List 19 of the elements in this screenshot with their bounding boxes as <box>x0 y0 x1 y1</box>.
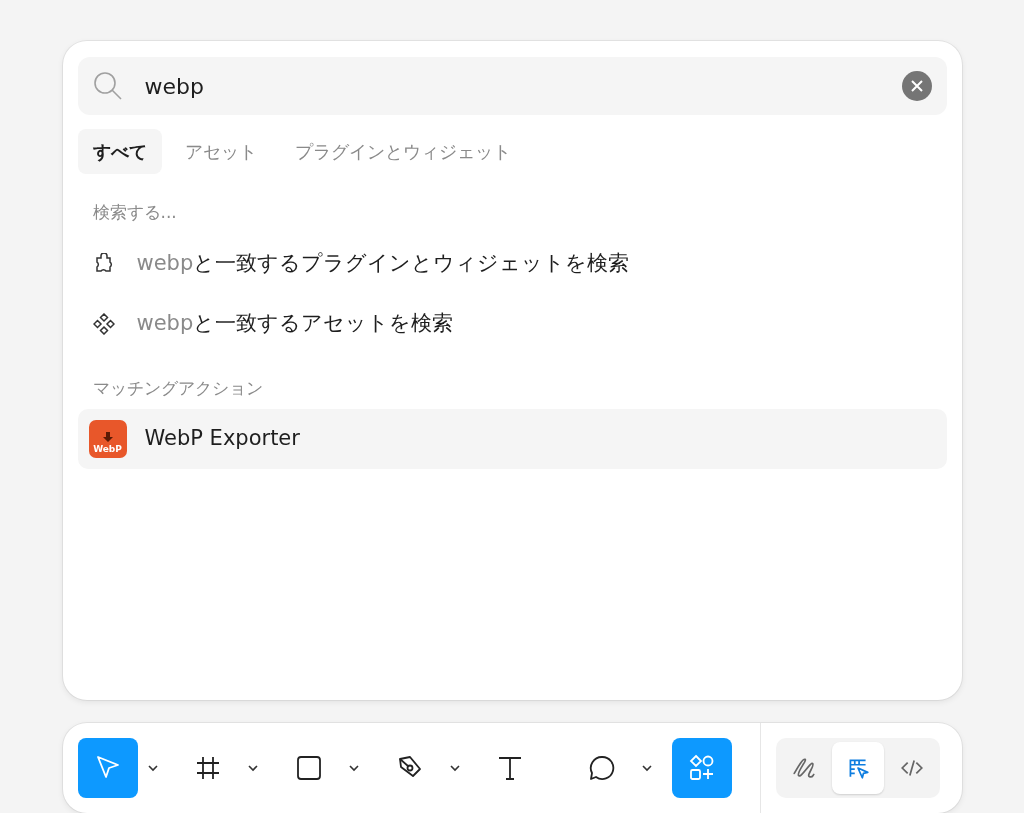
components-icon <box>92 312 115 335</box>
section-heading: マッチングアクション <box>92 376 264 400</box>
plugin-app-icon: WebP <box>88 420 127 458</box>
scribble-icon <box>790 755 817 781</box>
clear-button[interactable] <box>901 71 932 101</box>
search-icon <box>92 71 123 101</box>
tab[interactable]: プラグインとウィジェット <box>279 129 526 174</box>
action-item[interactable]: WebP WebP Exporter <box>77 409 947 469</box>
search-suggestion[interactable]: webpと一致するプラグインとウィジェットを検索 <box>136 247 630 280</box>
tab[interactable]: アセット <box>169 129 272 174</box>
close-icon <box>910 80 923 92</box>
tab[interactable]: すべて <box>77 129 162 174</box>
shapes-tool-button[interactable] <box>672 738 733 798</box>
search-field[interactable]: webp <box>77 57 947 115</box>
design-mode-button[interactable] <box>831 742 884 794</box>
search-suggestion[interactable]: webpと一致するアセットを検索 <box>136 307 454 340</box>
search-query: webp <box>144 72 204 101</box>
section-heading: 検索する... <box>92 201 178 224</box>
cursor-tool-button[interactable] <box>77 738 138 798</box>
